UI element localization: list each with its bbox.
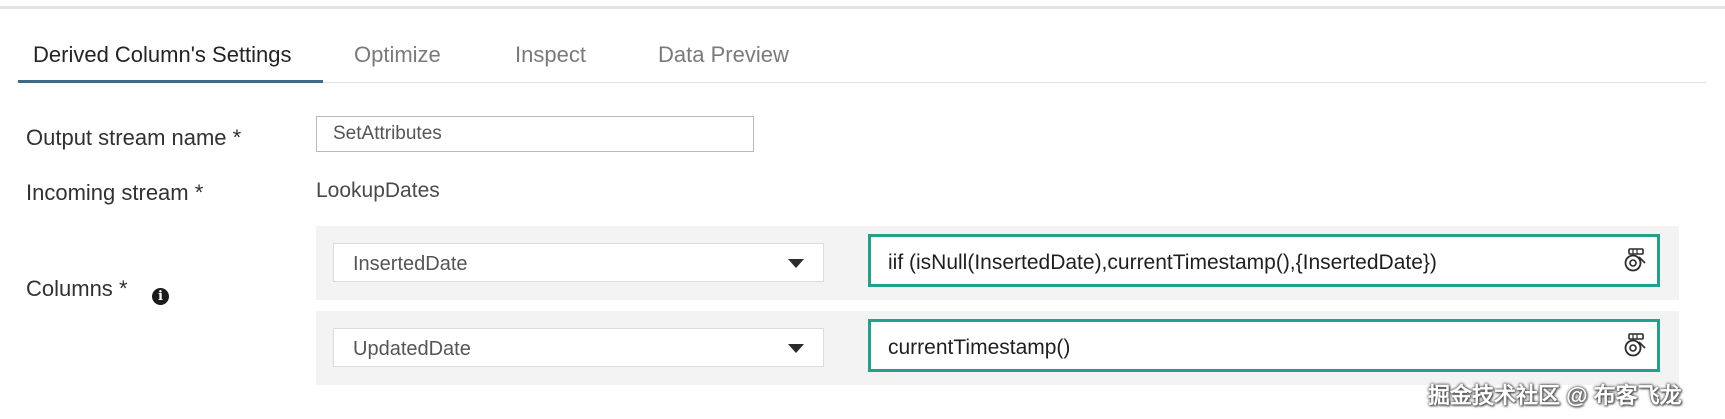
output-stream-name-label: Output stream name * <box>26 125 242 150</box>
chevron-down-icon <box>788 259 804 268</box>
required-marker: * <box>118 276 128 301</box>
expression-value: iif (isNull(InsertedDate),currentTimesta… <box>888 251 1437 274</box>
tab-derived-column-settings[interactable]: Derived Column's Settings <box>33 42 292 68</box>
expression-field[interactable]: iif (isNull(InsertedDate),currentTimesta… <box>868 234 1660 287</box>
incoming-stream-value: LookupDates <box>316 179 440 202</box>
tab-data-preview[interactable]: Data Preview <box>658 42 789 68</box>
expression-field[interactable]: currentTimestamp() <box>868 319 1660 372</box>
tab-inspect[interactable]: Inspect <box>515 42 586 68</box>
tab-optimize[interactable]: Optimize <box>354 42 441 68</box>
columns-label: Columns * <box>26 276 128 301</box>
incoming-stream-label: Incoming stream * <box>26 180 204 205</box>
output-stream-name-input[interactable] <box>316 116 754 152</box>
expression-builder-icon[interactable] <box>1621 332 1647 358</box>
required-marker: * <box>194 180 204 205</box>
column-row: UpdatedDate currentTimestamp() <box>316 311 1679 385</box>
top-divider <box>0 6 1725 9</box>
column-name-dropdown[interactable]: InsertedDate <box>333 243 824 282</box>
active-tab-indicator <box>18 80 323 83</box>
required-marker: * <box>232 125 242 150</box>
column-name-value: UpdatedDate <box>353 338 471 360</box>
settings-tab-bar: Derived Column's Settings Optimize Inspe… <box>18 30 1706 83</box>
expression-builder-icon[interactable] <box>1621 247 1647 273</box>
chevron-down-icon <box>788 344 804 353</box>
info-icon[interactable]: i <box>152 288 169 305</box>
expression-value: currentTimestamp() <box>888 336 1071 359</box>
watermark-text: 掘金技术社区 @ 布客飞龙 <box>1428 383 1682 408</box>
column-name-value: InsertedDate <box>353 253 468 275</box>
column-name-dropdown[interactable]: UpdatedDate <box>333 328 824 367</box>
column-row: InsertedDate iif (isNull(InsertedDate),c… <box>316 226 1679 300</box>
